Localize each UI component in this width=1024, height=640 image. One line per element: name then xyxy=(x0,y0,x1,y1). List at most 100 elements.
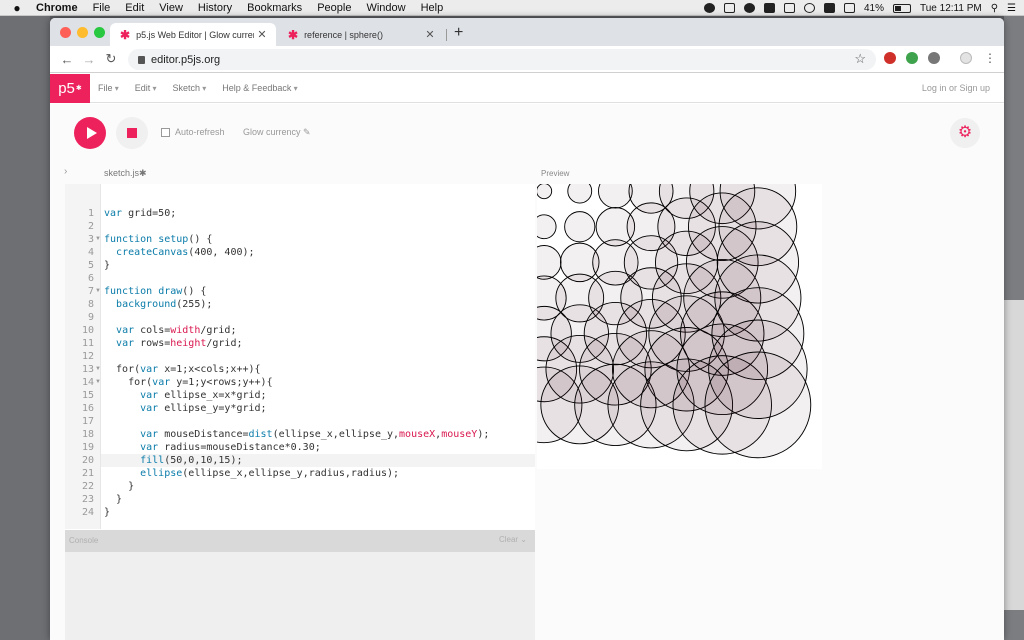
expand-sidebar-icon[interactable]: › xyxy=(64,166,67,177)
volume-icon[interactable] xyxy=(843,3,855,13)
code-line: } xyxy=(104,507,111,518)
chevron-down-icon[interactable]: ⌄ xyxy=(520,535,527,544)
menubar-app-name[interactable]: Chrome xyxy=(36,2,78,14)
profile-avatar[interactable] xyxy=(960,52,972,64)
line-number: 1 xyxy=(87,208,94,219)
back-arrow-icon[interactable]: ← xyxy=(56,52,78,67)
signup-link[interactable]: Sign up xyxy=(959,83,990,93)
close-tab-icon[interactable]: ✕ xyxy=(254,28,270,41)
p5-menu-help[interactable]: Help & Feedback xyxy=(222,83,297,93)
line-number: 13 xyxy=(81,364,94,375)
editor-header: › sketch.js✱ Preview xyxy=(50,162,1004,184)
reload-icon[interactable]: ↻ xyxy=(100,51,122,67)
screenshot-icon[interactable] xyxy=(723,3,735,13)
code-line: function draw() { xyxy=(104,286,207,297)
chrome-menu-icon[interactable]: ⋮ xyxy=(984,51,996,65)
airplay-icon[interactable] xyxy=(783,3,795,13)
menubar-help[interactable]: Help xyxy=(421,2,444,14)
new-tab-button[interactable]: + xyxy=(454,24,463,42)
sketch-canvas[interactable] xyxy=(505,152,822,469)
adblock-extension-icon[interactable] xyxy=(884,52,896,64)
p5-nav: p5✱ File Edit Sketch Help & Feedback Log… xyxy=(50,73,1004,103)
menubar-history[interactable]: History xyxy=(198,2,232,14)
minimize-window-button[interactable] xyxy=(77,27,88,38)
menubar-window[interactable]: Window xyxy=(366,2,405,14)
lock-icon[interactable] xyxy=(138,55,145,64)
notification-center-icon[interactable]: ☰ xyxy=(1007,3,1016,14)
status-area: 41% Tue 12:11 PM ⚲ ☰ xyxy=(703,0,1016,16)
code-line: background(255); xyxy=(116,299,213,310)
p5-menu-file[interactable]: File xyxy=(98,83,119,93)
console-clear-button[interactable]: Clear ⌄ xyxy=(499,535,527,544)
creative-cloud-icon[interactable] xyxy=(743,3,755,13)
auto-refresh-checkbox[interactable] xyxy=(161,128,170,137)
line-number: 12 xyxy=(81,351,94,362)
code-line: } xyxy=(104,260,111,271)
line-number: 23 xyxy=(81,494,94,505)
sketch-name-text: Glow currency xyxy=(243,127,301,137)
p5-favicon-icon: ✱ xyxy=(120,27,131,42)
menubar-bookmarks[interactable]: Bookmarks xyxy=(247,2,302,14)
close-window-button[interactable] xyxy=(60,27,71,38)
line-number: 18 xyxy=(81,429,94,440)
code-editor[interactable]: var grid=50; function setup() { createCan… xyxy=(101,184,535,529)
chrome-window: ✱ p5.js Web Editor | Glow currency ✕ ✱ r… xyxy=(50,18,1004,640)
evernote-extension-icon[interactable] xyxy=(906,52,918,64)
menubar-people[interactable]: People xyxy=(317,2,351,14)
line-number: 19 xyxy=(81,442,94,453)
preview-label: Preview xyxy=(541,169,570,178)
sketch-ellipse xyxy=(567,178,593,204)
close-tab-icon[interactable]: ✕ xyxy=(422,28,438,41)
tab-reference[interactable]: ✱ reference | sphere() ✕ xyxy=(278,23,444,46)
code-line: var ellipse_x=x*grid; xyxy=(140,390,267,401)
line-number: 21 xyxy=(81,468,94,479)
line-number: 15 xyxy=(81,390,94,401)
forward-arrow-icon[interactable]: → xyxy=(78,52,100,67)
menubar-view[interactable]: View xyxy=(159,2,183,14)
login-link[interactable]: Log in xyxy=(922,83,947,93)
code-line: ellipse(ellipse_x,ellipse_y,radius,radiu… xyxy=(140,468,400,479)
clock[interactable]: Tue 12:11 PM xyxy=(920,3,982,14)
input-source-icon[interactable] xyxy=(823,3,835,13)
line-number: 5 xyxy=(87,260,94,271)
battery-icon[interactable] xyxy=(893,3,911,13)
skype-icon[interactable] xyxy=(763,3,775,13)
console-output[interactable] xyxy=(65,552,535,640)
sketch-ellipse xyxy=(526,245,562,280)
play-button[interactable] xyxy=(74,117,106,149)
line-number: 16 xyxy=(81,403,94,414)
p5-logo[interactable]: p5 ✱ xyxy=(50,73,90,103)
file-tab[interactable]: sketch.js✱ xyxy=(104,168,147,179)
menubar-edit[interactable]: Edit xyxy=(125,2,144,14)
code-line: for(var x=1;x<cols;x++){ xyxy=(104,364,261,375)
background-window xyxy=(0,16,50,640)
p5-favicon-icon: ✱ xyxy=(288,27,299,42)
console-label: Console xyxy=(69,536,99,545)
address-bar[interactable]: editor.p5js.org ☆ xyxy=(128,49,876,70)
battery-percent[interactable]: 41% xyxy=(864,3,884,14)
line-number: 3 xyxy=(87,234,94,245)
evernote-icon[interactable] xyxy=(703,3,715,13)
sketch-name[interactable]: Glow currency ✎ xyxy=(243,127,311,138)
file-tab-name: sketch.js xyxy=(104,168,140,178)
address-url[interactable]: editor.p5js.org xyxy=(151,54,220,66)
code-line: var mouseDistance=dist(ellipse_x,ellipse… xyxy=(140,429,490,440)
apple-icon[interactable]: ● xyxy=(10,1,24,15)
stop-button[interactable] xyxy=(116,117,148,149)
sketch-ellipse xyxy=(536,183,553,200)
tab-p5-editor[interactable]: ✱ p5.js Web Editor | Glow currency ✕ xyxy=(110,23,276,46)
auto-refresh-label[interactable]: Auto-refresh xyxy=(175,127,225,137)
bookmark-star-icon[interactable]: ☆ xyxy=(854,51,866,67)
sketch-ellipse xyxy=(598,173,633,209)
wifi-icon[interactable] xyxy=(803,3,815,13)
p5-menu-sketch[interactable]: Sketch xyxy=(173,83,207,93)
cloud-extension-icon[interactable] xyxy=(928,52,940,64)
p5-menu-edit[interactable]: Edit xyxy=(135,83,157,93)
line-number: 8 xyxy=(87,299,94,310)
settings-gear-icon[interactable]: ⚙ xyxy=(950,118,980,148)
tab-title: p5.js Web Editor | Glow currency xyxy=(136,29,254,40)
menubar-file[interactable]: File xyxy=(93,2,111,14)
spotlight-icon[interactable]: ⚲ xyxy=(991,3,998,14)
maximize-window-button[interactable] xyxy=(94,27,105,38)
sketch-ellipse xyxy=(531,214,557,240)
